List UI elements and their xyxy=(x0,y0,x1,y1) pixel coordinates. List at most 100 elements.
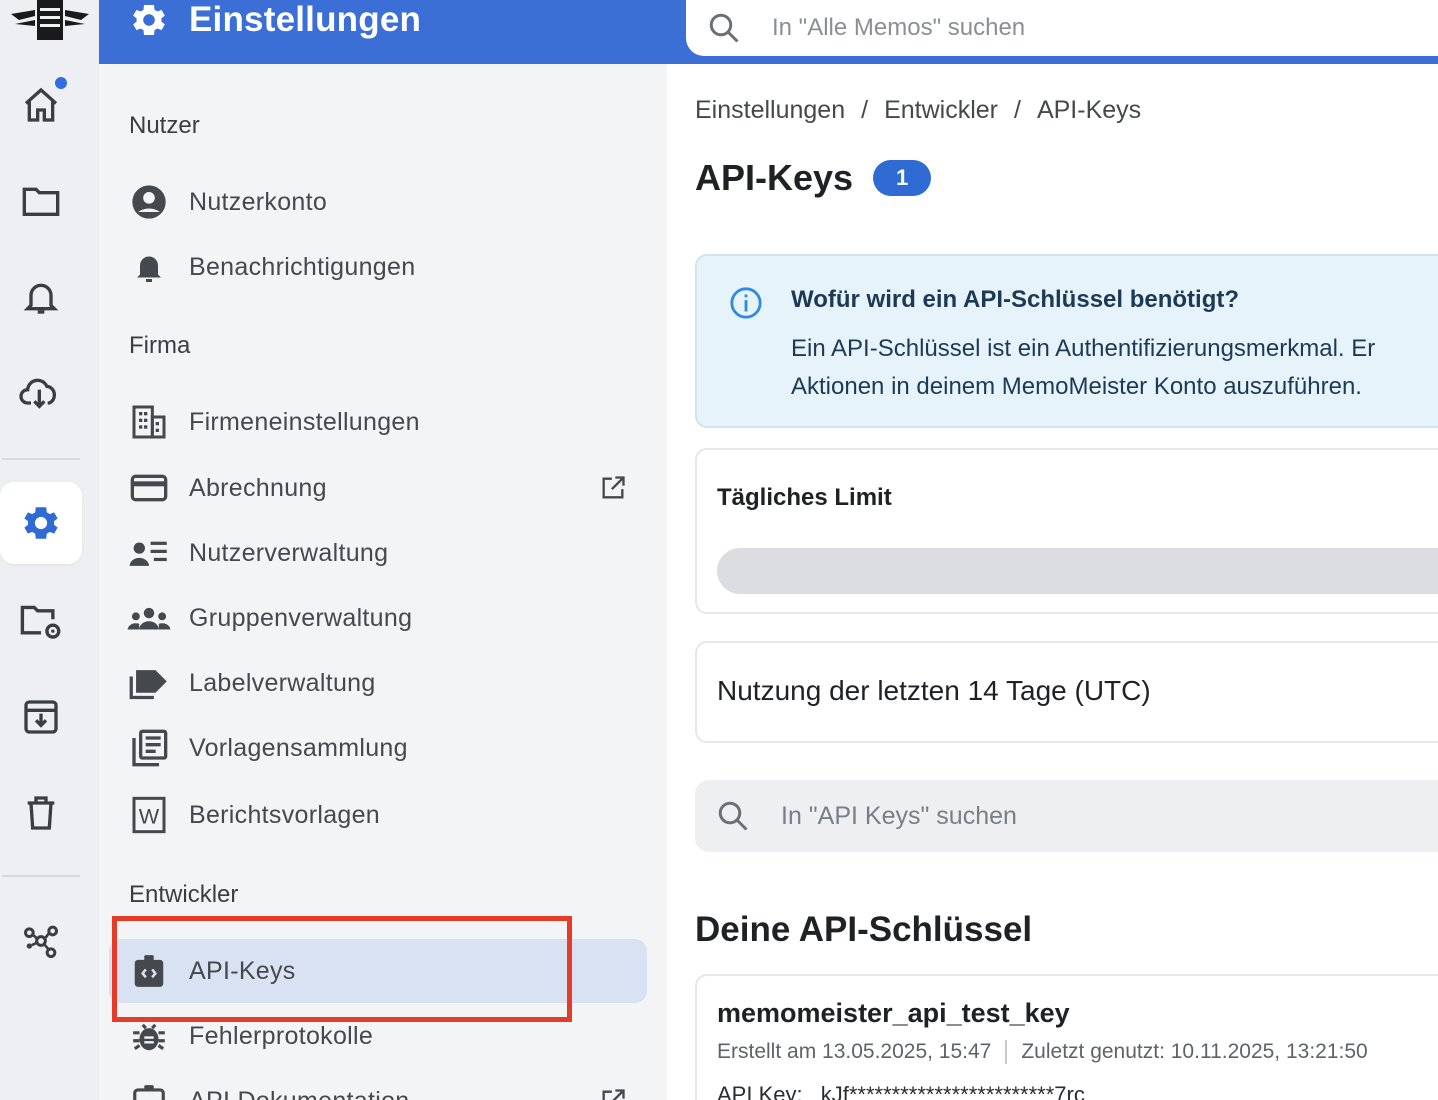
nav-section-user: Nutzer xyxy=(129,112,200,139)
bug-icon xyxy=(133,1023,165,1051)
rail-notifications[interactable] xyxy=(0,256,82,338)
header-title-group: Einstellungen xyxy=(129,0,421,40)
api-key-created: Erstellt am 13.05.2025, 15:47 xyxy=(717,1040,992,1063)
nav-item-company-settings[interactable]: Firmeneinstellungen xyxy=(109,390,647,454)
page-title: API-Keys xyxy=(695,157,854,198)
rail-downloads[interactable] xyxy=(0,352,82,434)
nav-section-company: Firma xyxy=(129,332,191,359)
info-text-line: Ein API-Schlüssel ist ein Authentifizier… xyxy=(791,335,1376,362)
api-key-card[interactable]: memomeister_api_test_key Erstellt am 13.… xyxy=(695,974,1438,1100)
nav-item-label: Labelverwaltung xyxy=(189,668,376,697)
meta-divider xyxy=(1005,1040,1008,1064)
credit-card-icon xyxy=(130,474,168,502)
keys-section-title: Deine API-Schlüssel xyxy=(695,910,1033,949)
trash-icon xyxy=(27,796,55,830)
breadcrumb-item-developer[interactable]: Entwickler xyxy=(884,96,998,125)
breadcrumb-item-settings[interactable]: Einstellungen xyxy=(695,96,845,125)
daily-limit-title: Tägliches Limit xyxy=(717,484,892,511)
bell-filled-icon xyxy=(137,256,161,282)
rail-folders[interactable] xyxy=(0,160,82,242)
rail-trash[interactable] xyxy=(0,772,82,854)
external-link-icon xyxy=(599,1087,627,1100)
cloud-download-icon xyxy=(19,378,57,409)
home-icon xyxy=(24,87,58,122)
nav-item-label: Berichtsvorlagen xyxy=(189,800,381,829)
main-content: Einstellungen / Entwickler / API-Keys AP… xyxy=(667,64,1438,1100)
app-rail xyxy=(0,0,99,1100)
nav-item-label: Nutzerkonto xyxy=(189,187,328,216)
api-key-value: kJf************************7rc xyxy=(820,1082,1085,1100)
label-icon xyxy=(129,670,167,700)
nav-icon-wrap: W xyxy=(119,795,179,835)
nav-item-label-management[interactable]: Labelverwaltung xyxy=(109,651,647,715)
graph-icon xyxy=(24,925,59,959)
rail-archive[interactable] xyxy=(0,676,82,758)
bell-icon xyxy=(23,283,59,314)
folder-icon xyxy=(22,187,60,216)
nav-icon-wrap xyxy=(119,182,179,222)
api-key-label: API Key: xyxy=(717,1082,803,1100)
account-circle-icon xyxy=(132,185,166,219)
nav-item-billing[interactable]: Abrechnung xyxy=(109,456,647,520)
api-key-value-row: API Key: kJf************************7rc xyxy=(717,1082,1085,1100)
nav-icon-wrap xyxy=(119,533,179,573)
global-search-input[interactable]: In "Alle Memos" suchen xyxy=(772,14,1025,42)
top-header: Einstellungen In "Alle Memos" suchen xyxy=(99,0,1438,64)
archive-icon xyxy=(24,700,58,734)
global-search[interactable]: In "Alle Memos" suchen xyxy=(686,0,1438,56)
breadcrumb-separator: / xyxy=(861,96,869,124)
gear-icon xyxy=(24,507,58,539)
gear-icon xyxy=(133,5,165,35)
nav-item-label: Nutzerverwaltung xyxy=(189,538,389,567)
nav-icon-wrap xyxy=(119,247,179,287)
rail-folder-settings[interactable] xyxy=(0,580,82,662)
nav-item-label: Gruppenverwaltung xyxy=(189,603,413,632)
info-text-line: Aktionen in deinem MemoMeister Konto aus… xyxy=(791,373,1362,400)
nav-item-account[interactable]: Nutzerkonto xyxy=(109,170,647,234)
api-key-meta: Erstellt am 13.05.2025, 15:47 Zuletzt ge… xyxy=(717,1040,1368,1064)
nav-item-api-docs[interactable]: API Dokumentation xyxy=(109,1069,647,1100)
page-title-row: API-Keys 1 xyxy=(695,157,932,199)
rail-graph[interactable] xyxy=(0,900,82,982)
nav-item-label: Firmeneinstellungen xyxy=(189,407,420,436)
info-heading: Wofür wird ein API-Schlüssel benötigt? xyxy=(791,286,1240,313)
rail-divider xyxy=(2,875,80,877)
rail-settings[interactable] xyxy=(0,482,82,564)
external-link-icon xyxy=(599,474,627,507)
nav-icon-wrap xyxy=(119,402,179,442)
rail-divider xyxy=(2,458,80,460)
folder-settings-icon xyxy=(20,605,61,639)
breadcrumb-item-api-keys: API-Keys xyxy=(1036,96,1142,124)
api-docs-icon xyxy=(133,1085,165,1100)
search-icon xyxy=(709,13,739,43)
api-key-last-used: Zuletzt genutzt: 10.11.2025, 13:21:50 xyxy=(1021,1040,1368,1063)
nav-item-templates[interactable]: Vorlagensammlung xyxy=(109,716,647,780)
daily-limit-bar xyxy=(717,548,1438,594)
api-key-search-input[interactable]: In "API Keys" suchen xyxy=(781,802,1017,831)
nav-icon-wrap xyxy=(119,468,179,508)
info-box: Wofür wird ein API-Schlüssel benötigt? E… xyxy=(695,254,1438,428)
nav-item-label: Fehlerprotokolle xyxy=(189,1021,374,1050)
info-text: Ein API-Schlüssel ist ein Authentifizier… xyxy=(791,330,1375,406)
api-key-search[interactable]: In "API Keys" suchen xyxy=(695,780,1438,852)
info-icon xyxy=(729,286,763,325)
nav-item-notifications[interactable]: Benachrichtigungen xyxy=(109,235,647,299)
highlight-annotation xyxy=(112,916,572,1022)
usage-title: Nutzung der letzten 14 Tage (UTC) xyxy=(717,675,1151,706)
page-header-title: Einstellungen xyxy=(189,0,422,39)
nav-item-label: Benachrichtigungen xyxy=(189,252,416,281)
nav-icon-wrap xyxy=(119,663,179,703)
nav-section-developer: Entwickler xyxy=(129,881,239,908)
library-books-icon xyxy=(132,729,168,767)
nav-item-user-management[interactable]: Nutzerverwaltung xyxy=(109,521,647,585)
breadcrumb-separator: / xyxy=(1014,96,1021,124)
building-icon xyxy=(132,405,166,439)
nav-icon-wrap xyxy=(119,1016,179,1056)
breadcrumb: Einstellungen / Entwickler / API-Keys xyxy=(695,96,1141,125)
app-logo[interactable] xyxy=(0,0,99,50)
rail-home[interactable] xyxy=(0,64,82,146)
nav-icon-wrap xyxy=(119,1081,179,1100)
user-list-icon xyxy=(129,541,167,566)
nav-item-report-templates[interactable]: W Berichtsvorlagen xyxy=(109,783,647,847)
nav-item-group-management[interactable]: Gruppenverwaltung xyxy=(109,586,647,650)
